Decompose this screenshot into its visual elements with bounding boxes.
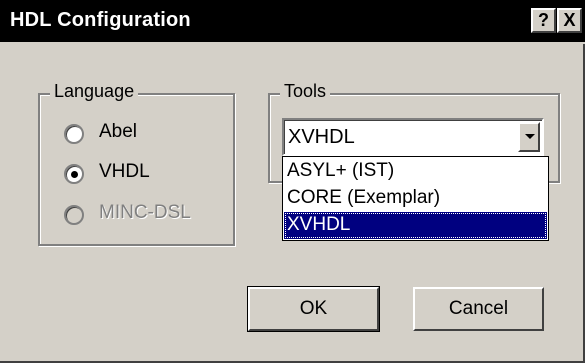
tools-combobox[interactable]: XVHDL	[282, 118, 544, 156]
title-bar[interactable]: HDL Configuration ? X	[0, 0, 585, 44]
tools-group-label: Tools	[280, 81, 331, 102]
radio-button-minc-dsl	[64, 205, 84, 225]
close-button[interactable]: X	[557, 8, 582, 33]
ok-button[interactable]: OK	[247, 286, 380, 332]
cancel-button[interactable]: Cancel	[413, 287, 544, 331]
radio-button-vhdl[interactable]	[64, 164, 84, 184]
tools-dropdown-list: ASYL+ (IST) CORE (Exemplar) XVHDL	[282, 156, 549, 241]
radio-label-minc-dsl: MINC-DSL	[99, 202, 191, 223]
hdl-configuration-dialog: HDL Configuration ? X Language Abel VHDL…	[0, 0, 585, 363]
radio-label-vhdl: VHDL	[99, 161, 150, 182]
language-group-label: Language	[50, 81, 139, 102]
radio-label-abel: Abel	[99, 121, 138, 142]
dropdown-item-xvhdl[interactable]: XVHDL	[284, 212, 547, 239]
dropdown-item-asyl[interactable]: ASYL+ (IST)	[284, 158, 547, 185]
help-button[interactable]: ?	[531, 8, 556, 33]
radio-button-abel[interactable]	[64, 124, 84, 144]
window-title: HDL Configuration	[10, 9, 191, 31]
language-group: Language Abel VHDL MINC-DSL	[38, 81, 235, 246]
chevron-down-icon[interactable]	[518, 122, 540, 152]
dropdown-item-core[interactable]: CORE (Exemplar)	[284, 185, 547, 212]
tools-selected-value: XVHDL	[288, 126, 355, 148]
